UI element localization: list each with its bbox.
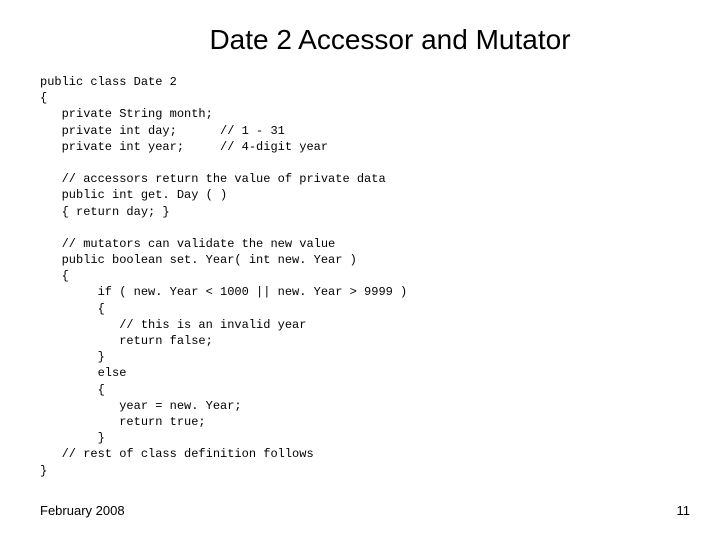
slide-title: Date 2 Accessor and Mutator [0, 0, 720, 74]
code-block: public class Date 2 { private String mon… [0, 74, 720, 479]
footer-page-number: 11 [677, 503, 691, 518]
footer-date: February 2008 [40, 503, 125, 518]
